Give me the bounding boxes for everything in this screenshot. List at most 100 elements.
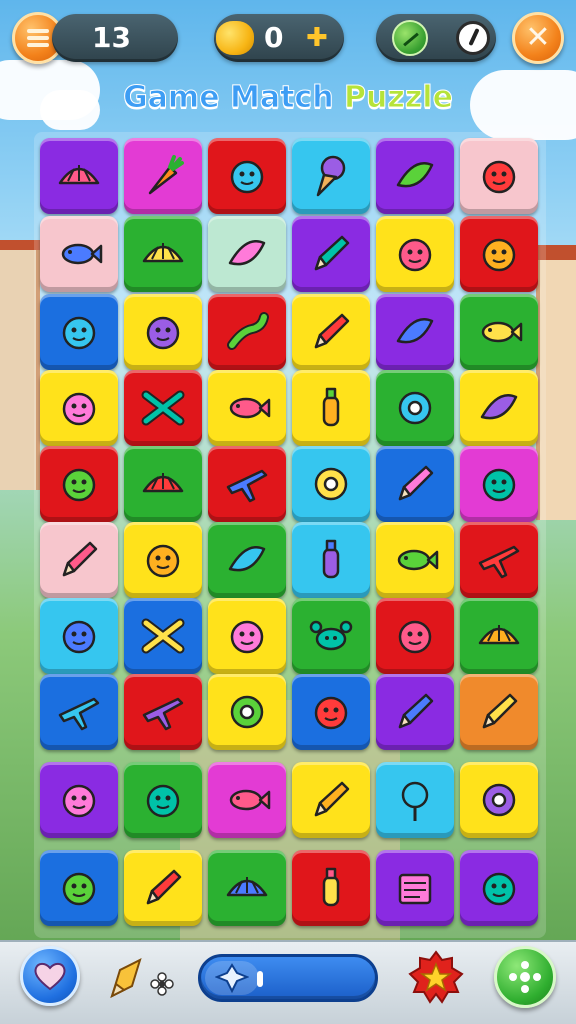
chick-red-icon: [314, 696, 348, 730]
tile[interactable]: [124, 762, 202, 838]
tile[interactable]: [40, 674, 118, 750]
icecream-icon: [316, 155, 346, 197]
tile[interactable]: [208, 446, 286, 522]
tile[interactable]: [376, 216, 454, 292]
tile[interactable]: [460, 294, 538, 370]
tile[interactable]: [208, 370, 286, 446]
tomato-icon: [62, 392, 96, 426]
tile[interactable]: [124, 522, 202, 598]
shuffle-button[interactable]: [494, 946, 556, 1008]
tile[interactable]: [460, 216, 538, 292]
title-part2: Puzzle: [344, 80, 454, 116]
tile[interactable]: [124, 598, 202, 674]
tile[interactable]: [40, 216, 118, 292]
tile[interactable]: [124, 446, 202, 522]
tile[interactable]: [460, 138, 538, 214]
crayon-box-icon: [482, 693, 518, 729]
bottle-cyan-icon: [322, 867, 340, 907]
tile[interactable]: [124, 674, 202, 750]
tile[interactable]: [292, 294, 370, 370]
cat-face-icon: [62, 468, 96, 502]
blob-blue-icon: [482, 468, 516, 502]
tile[interactable]: [460, 674, 538, 750]
tile[interactable]: [40, 138, 118, 214]
tile[interactable]: [376, 598, 454, 674]
cat-face-icon: [398, 620, 432, 654]
tile[interactable]: [40, 762, 118, 838]
crab-icon: [309, 620, 353, 651]
tile[interactable]: [292, 598, 370, 674]
lives-button[interactable]: [20, 946, 80, 1006]
fish-blue-icon: [61, 243, 103, 265]
heart-icon: [34, 962, 66, 991]
tile[interactable]: [376, 850, 454, 926]
menu-icon: [27, 26, 49, 50]
leaf-icon[interactable]: [392, 20, 428, 56]
tile[interactable]: [292, 762, 370, 838]
tile[interactable]: [40, 446, 118, 522]
pencil-icon[interactable]: [106, 956, 146, 1000]
coins-counter: 0 ✚: [214, 14, 344, 62]
tile[interactable]: [124, 850, 202, 926]
tile[interactable]: [460, 762, 538, 838]
tile[interactable]: [124, 138, 202, 214]
tile[interactable]: [208, 216, 286, 292]
bird-icon: [146, 544, 180, 578]
plane-yellow-icon: [58, 697, 100, 731]
tile[interactable]: [292, 674, 370, 750]
tile[interactable]: [460, 850, 538, 926]
tile[interactable]: [124, 216, 202, 292]
sausage-icon: [228, 240, 266, 266]
tile[interactable]: [376, 674, 454, 750]
frog-icon: [482, 160, 516, 194]
tile[interactable]: [208, 294, 286, 370]
tile[interactable]: [292, 522, 370, 598]
tile[interactable]: [208, 762, 286, 838]
tile[interactable]: [376, 138, 454, 214]
tile[interactable]: [376, 294, 454, 370]
blob-pink-icon: [62, 316, 96, 350]
tile[interactable]: [376, 446, 454, 522]
progress-bar: [198, 954, 378, 1002]
tile[interactable]: [208, 674, 286, 750]
game-board: [34, 132, 546, 938]
crayon-icon: [62, 541, 98, 577]
ball-yellow-icon: [146, 784, 180, 818]
plane-blue-icon: [142, 697, 184, 731]
tile[interactable]: [292, 446, 370, 522]
star-button[interactable]: [408, 950, 464, 1006]
tile[interactable]: [460, 370, 538, 446]
close-button[interactable]: ✕: [512, 12, 564, 64]
tile[interactable]: [376, 522, 454, 598]
tile[interactable]: [124, 370, 202, 446]
tile[interactable]: [124, 294, 202, 370]
fish-blue-icon: [397, 549, 439, 571]
tile[interactable]: [40, 598, 118, 674]
tile[interactable]: [208, 522, 286, 598]
tile[interactable]: [40, 370, 118, 446]
bird-orange-icon: [62, 872, 96, 906]
ghost-icon: [215, 963, 249, 993]
tile[interactable]: [40, 522, 118, 598]
pig-icon: [398, 238, 432, 272]
tile[interactable]: [208, 598, 286, 674]
tile[interactable]: [376, 762, 454, 838]
tile[interactable]: [460, 522, 538, 598]
tile[interactable]: [292, 850, 370, 926]
tile[interactable]: [376, 370, 454, 446]
tile[interactable]: [208, 138, 286, 214]
pen-star-icon: [398, 465, 434, 501]
tile[interactable]: [292, 138, 370, 214]
tile[interactable]: [292, 216, 370, 292]
bow-icon: [141, 390, 185, 426]
tile[interactable]: [460, 598, 538, 674]
tile[interactable]: [208, 850, 286, 926]
tile[interactable]: [292, 370, 370, 446]
tile[interactable]: [460, 446, 538, 522]
tile[interactable]: [40, 850, 118, 926]
taco-icon: [142, 473, 184, 493]
hotdog-icon: [228, 546, 266, 572]
tile[interactable]: [40, 294, 118, 370]
timer-icon[interactable]: [456, 21, 490, 55]
add-coins-icon[interactable]: ✚: [306, 14, 328, 62]
